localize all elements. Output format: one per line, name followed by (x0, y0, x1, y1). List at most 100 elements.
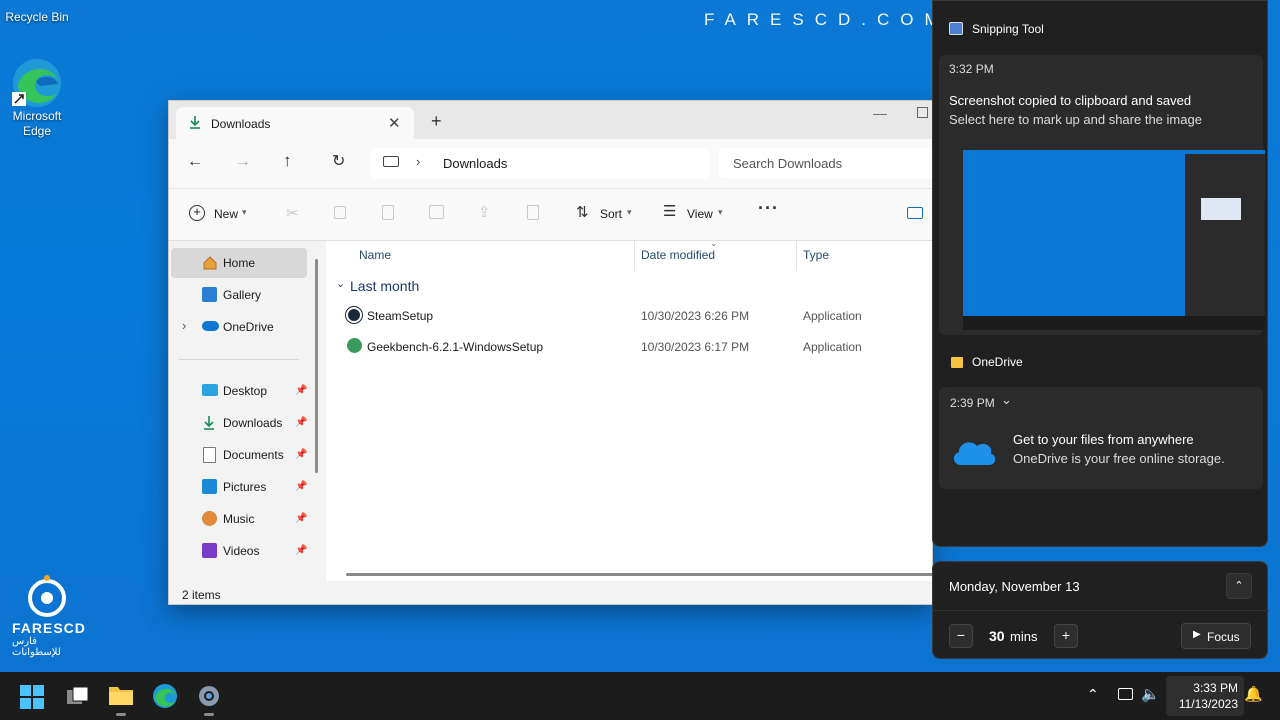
edge-taskbar-icon[interactable] (152, 683, 178, 709)
video-icon (202, 543, 217, 558)
copy-icon[interactable] (334, 206, 346, 219)
sort-chevron-icon: ⌄ (710, 238, 718, 248)
sort-icon[interactable]: ⇅ (576, 203, 589, 221)
forward-icon[interactable]: → (235, 153, 251, 171)
up-icon[interactable]: ↑ (283, 151, 292, 171)
increase-focus-button[interactable]: + (1054, 624, 1078, 648)
expand-chevron-icon[interactable]: › (182, 318, 186, 333)
horizontal-scrollbar[interactable] (346, 573, 932, 576)
column-name[interactable]: Name (359, 248, 391, 262)
breadcrumb-downloads[interactable]: Downloads (443, 156, 507, 171)
nav-item-pictures[interactable]: Pictures 📌 (171, 472, 307, 502)
search-input[interactable]: Search Downloads (719, 148, 932, 178)
rename-icon[interactable] (429, 205, 444, 219)
decrease-focus-button[interactable]: − (949, 624, 973, 648)
recycle-bin-label[interactable]: Recycle Bin (2, 10, 72, 25)
onedrive-small-icon (951, 357, 963, 368)
nav-item-desktop[interactable]: Desktop 📌 (171, 376, 307, 406)
download-icon (188, 115, 202, 132)
snipping-tool-icon (949, 22, 963, 35)
nav-item-onedrive[interactable]: › OneDrive (171, 312, 307, 342)
file-list: Name Date modified ⌄ Type ⌄ Last month S… (326, 238, 932, 581)
close-tab-icon[interactable]: ✕ (388, 114, 401, 132)
start-button[interactable] (20, 685, 44, 709)
tab-downloads[interactable]: Downloads ✕ (176, 107, 414, 139)
calendar-date: Monday, November 13 (949, 579, 1080, 594)
snipping-notification[interactable]: 3:32 PM Screenshot copied to clipboard a… (939, 55, 1265, 335)
edge-desktop-label[interactable]: Microsoft Edge (6, 109, 68, 139)
share-icon[interactable]: ⇪ (478, 203, 491, 221)
new-button[interactable]: New (214, 207, 238, 221)
chevron-down-icon: ▾ (718, 207, 723, 217)
column-type[interactable]: Type (803, 248, 829, 262)
nav-label: OneDrive (223, 320, 274, 334)
breadcrumb[interactable]: › Downloads (371, 148, 709, 178)
nav-item-videos[interactable]: Videos 📌 (171, 536, 307, 566)
minimize-icon[interactable]: — (873, 105, 887, 121)
refresh-icon[interactable]: ↻ (332, 151, 345, 171)
show-hidden-icons-icon[interactable]: ⌃ (1087, 686, 1099, 703)
column-divider (634, 241, 635, 271)
screenshot-thumbnail[interactable] (963, 150, 1265, 330)
view-icon[interactable]: ☰ (663, 202, 676, 220)
file-explorer-window[interactable]: Downloads ✕ + — ← → ↑ ↻ › Downloads Sear… (168, 100, 933, 605)
pin-icon: 📌 (295, 513, 308, 524)
farescd-logo-subtitle: فارس للإسطوانات (12, 636, 61, 658)
notification-bell-icon[interactable]: 🔔 (1244, 685, 1263, 703)
more-options-icon[interactable]: ··· (758, 198, 779, 219)
column-date-modified[interactable]: Date modified (641, 248, 715, 262)
view-button[interactable]: View (687, 207, 713, 221)
nav-label: Documents (223, 448, 284, 462)
details-pane-icon[interactable] (907, 207, 923, 219)
file-type: Application (803, 309, 862, 323)
network-icon[interactable] (1118, 688, 1133, 700)
table-row[interactable]: SteamSetup 10/30/2023 6:26 PM Applicatio… (336, 303, 926, 331)
nav-item-documents[interactable]: Documents 📌 (171, 440, 307, 470)
calendar-panel: Monday, November 13 ⌃ − 30 mins + ▶ Focu… (932, 561, 1269, 659)
thumbnail-taskbar (963, 316, 1265, 330)
pin-icon: 📌 (295, 481, 308, 492)
clock[interactable]: 3:33 PM 11/13/2023 (1166, 676, 1244, 716)
new-tab-icon[interactable]: + (431, 111, 442, 132)
focus-minutes: 30 (989, 628, 1005, 644)
pin-icon: 📌 (295, 385, 308, 396)
group-header[interactable]: Last month (350, 278, 419, 294)
notification-app-name: OneDrive (972, 355, 1023, 369)
explorer-titlebar[interactable]: Downloads ✕ + — (169, 101, 932, 139)
group-collapse-icon[interactable]: ⌄ (336, 277, 345, 290)
delete-icon[interactable] (527, 205, 539, 220)
farescd-logo-name: FARESCD (12, 620, 86, 636)
cut-icon[interactable]: ✂ (286, 204, 299, 222)
notification-body: Select here to mark up and share the ima… (949, 112, 1202, 127)
volume-icon[interactable]: 🔈 (1141, 685, 1160, 703)
nav-item-music[interactable]: Music 📌 (171, 504, 307, 534)
back-icon[interactable]: ← (187, 153, 203, 171)
notification-time: 2:39 PM (950, 396, 995, 410)
nav-scrollbar[interactable] (315, 259, 318, 473)
settings-taskbar-icon[interactable] (196, 683, 222, 709)
nav-item-home[interactable]: Home (171, 248, 307, 278)
focus-button[interactable]: ▶ Focus (1181, 623, 1251, 649)
nav-item-downloads[interactable]: Downloads 📌 (171, 408, 307, 438)
task-view-icon[interactable] (66, 685, 90, 707)
table-row[interactable]: Geekbench-6.2.1-WindowsSetup 10/30/2023 … (336, 334, 926, 362)
thumbnail-window (1201, 198, 1241, 220)
file-date: 10/30/2023 6:17 PM (641, 340, 750, 354)
file-explorer-taskbar-icon[interactable] (108, 684, 134, 706)
nav-label: Gallery (223, 288, 262, 302)
new-icon[interactable]: + (189, 205, 205, 221)
expand-chevron-icon[interactable]: ⌄ (1001, 392, 1012, 408)
onedrive-notification[interactable]: 2:39 PM ⌄ Get to your files from anywher… (939, 387, 1263, 489)
notification-time: 3:32 PM (949, 62, 994, 76)
clock-date: 11/13/2023 (1178, 697, 1238, 711)
command-toolbar: + New ▾ ✂ ⇪ ⇅ Sort ▾ ☰ View ▾ ··· (169, 189, 932, 241)
paste-icon[interactable] (382, 205, 394, 220)
edge-desktop-icon[interactable] (10, 56, 64, 110)
collapse-calendar-button[interactable]: ⌃ (1226, 573, 1252, 599)
nav-item-gallery[interactable]: Gallery (171, 280, 307, 310)
status-bar: 2 items (169, 581, 932, 604)
navigation-pane: Home Gallery › OneDrive Desktop 📌 Downlo… (169, 241, 325, 581)
maximize-icon[interactable] (917, 107, 928, 118)
pin-icon: 📌 (295, 417, 308, 428)
sort-button[interactable]: Sort (600, 207, 622, 221)
